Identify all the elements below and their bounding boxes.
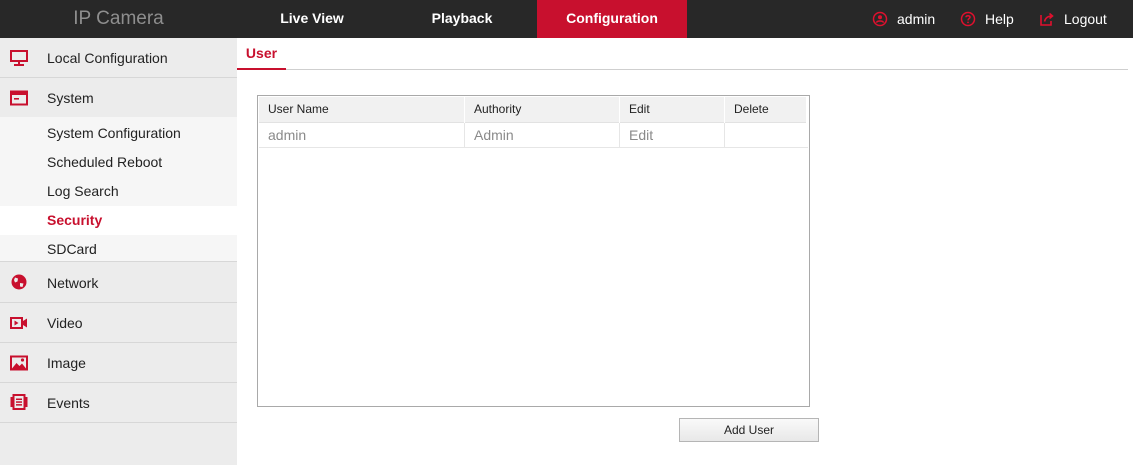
current-user-label: admin bbox=[897, 11, 936, 27]
nav-configuration[interactable]: Configuration bbox=[537, 0, 687, 38]
sidebar-item-image[interactable]: Image bbox=[0, 343, 237, 383]
sidebar-subitem-scheduled-reboot[interactable]: Scheduled Reboot bbox=[0, 148, 237, 177]
column-header-user-name: User Name bbox=[259, 97, 465, 123]
cell-authority: Admin bbox=[465, 123, 620, 148]
globe-icon bbox=[11, 274, 27, 290]
sidebar-item-system[interactable]: System bbox=[0, 78, 237, 118]
sidebar-item-label: Video bbox=[47, 314, 83, 331]
sidebar-subitem-system-configuration[interactable]: System Configuration bbox=[0, 119, 237, 148]
sidebar-subitem-sdcard[interactable]: SDCard bbox=[0, 235, 237, 264]
cell-edit-link[interactable]: Edit bbox=[620, 123, 725, 148]
sidebar-item-label: Image bbox=[47, 354, 86, 371]
sidebar-item-label: System bbox=[47, 89, 94, 106]
events-list-icon bbox=[10, 394, 28, 410]
user-table: User Name Authority Edit Delete admin Ad… bbox=[257, 95, 810, 407]
system-window-icon bbox=[10, 90, 28, 106]
column-header-authority: Authority bbox=[465, 97, 620, 123]
video-camera-icon bbox=[10, 317, 27, 329]
nav-live-view[interactable]: Live View bbox=[237, 0, 387, 38]
sidebar-item-local-configuration[interactable]: Local Configuration bbox=[0, 38, 237, 78]
logout-label: Logout bbox=[1064, 11, 1107, 27]
cell-delete bbox=[725, 123, 808, 148]
table-header: User Name Authority Edit Delete bbox=[259, 97, 807, 123]
sidebar-subitem-log-search[interactable]: Log Search bbox=[0, 177, 237, 206]
column-header-edit: Edit bbox=[620, 97, 725, 123]
logout-link[interactable]: Logout bbox=[1039, 0, 1107, 38]
brand-logo: IP Camera bbox=[73, 8, 164, 29]
logout-icon bbox=[1040, 12, 1054, 26]
sidebar-item-video[interactable]: Video bbox=[0, 303, 237, 343]
sidebar-item-network[interactable]: Network bbox=[0, 263, 237, 303]
top-bar: IP Camera Live View Playback Configurati… bbox=[0, 0, 1133, 38]
cell-user-name: admin bbox=[259, 123, 465, 148]
help-icon bbox=[960, 11, 976, 27]
current-user[interactable]: admin bbox=[872, 0, 935, 38]
tab-divider bbox=[286, 69, 1128, 70]
nav-playback[interactable]: Playback bbox=[387, 0, 537, 38]
table-row[interactable]: admin Admin Edit bbox=[259, 123, 808, 148]
monitor-icon bbox=[10, 50, 28, 66]
help-label: Help bbox=[985, 11, 1014, 27]
sidebar-item-events[interactable]: Events bbox=[0, 383, 237, 423]
sidebar-item-label: Events bbox=[47, 394, 90, 411]
tab-user[interactable]: User bbox=[237, 38, 286, 70]
add-user-button[interactable]: Add User bbox=[679, 418, 819, 442]
image-icon bbox=[10, 355, 28, 371]
column-header-delete: Delete bbox=[725, 97, 807, 123]
user-icon bbox=[872, 11, 888, 27]
sidebar-item-label: Network bbox=[47, 274, 99, 291]
system-submenu: System Configuration Scheduled Reboot Lo… bbox=[0, 117, 237, 262]
help-link[interactable]: Help bbox=[960, 0, 1014, 38]
sidebar-subitem-security[interactable]: Security bbox=[0, 206, 237, 235]
sidebar: Local Configuration System System Config… bbox=[0, 38, 237, 465]
sidebar-item-label: Local Configuration bbox=[47, 49, 168, 66]
